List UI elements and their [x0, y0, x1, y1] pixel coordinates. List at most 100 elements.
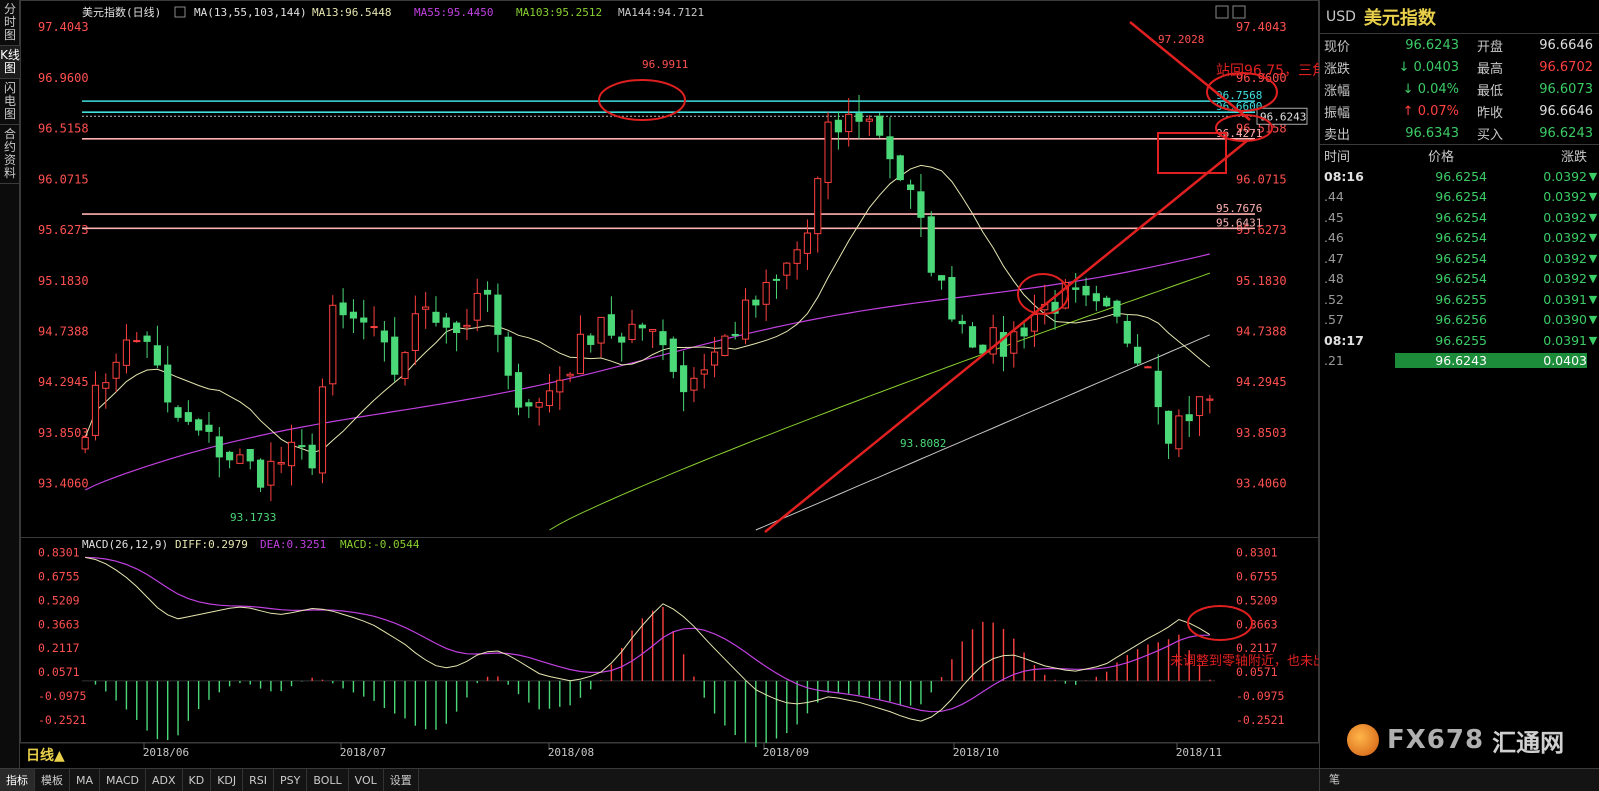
candle-body	[318, 386, 327, 474]
candle-body	[81, 437, 89, 450]
left-tab-1[interactable]: K线图	[0, 46, 20, 79]
bottom-tab-psy[interactable]: PSY	[274, 768, 308, 791]
bottom-tab-adx[interactable]: ADX	[146, 768, 183, 791]
bottom-right-tab[interactable]: 笔	[1319, 768, 1349, 791]
candle-body	[287, 441, 296, 467]
candle-body	[133, 340, 141, 343]
tick-change: 0.0392	[1543, 230, 1587, 246]
candle-body	[195, 419, 203, 431]
candle-body	[545, 390, 554, 407]
bottom-tab-ma[interactable]: MA	[70, 768, 101, 791]
left-tab-3[interactable]: 合约资料	[0, 125, 20, 184]
candle-body	[473, 292, 481, 321]
instrument-name: 美元指数	[1363, 7, 1436, 29]
candle-body	[659, 331, 667, 346]
tick-change: 0.0392	[1543, 168, 1587, 184]
down-arrow-icon: ▼	[1588, 333, 1598, 347]
tick-price: 96.6255	[1435, 291, 1487, 307]
bottom-tab-vol[interactable]: VOL	[349, 768, 384, 791]
tick-change: 0.0391	[1543, 291, 1587, 307]
candle-body	[700, 369, 708, 375]
candle-body	[1010, 331, 1018, 354]
candle-body	[453, 322, 461, 334]
tick-row: 08:17 96.6255 0.0391 ▼	[1320, 330, 1599, 351]
y-tick-right: 96.0715	[1236, 172, 1287, 186]
tick-row: .48 96.6254 0.0392 ▼	[1320, 269, 1599, 290]
tick-time: .48	[1324, 271, 1344, 287]
left-tab-2[interactable]: 闪电图	[0, 79, 20, 125]
candle-body	[102, 382, 110, 389]
y-tick-left: 95.1830	[38, 274, 89, 288]
candle-body	[907, 184, 915, 191]
tick-price: 96.6256	[1435, 312, 1487, 328]
down-arrow-icon: ▼	[1588, 272, 1598, 286]
x-tick-label: 2018/10	[953, 746, 999, 759]
candle-body	[112, 361, 120, 379]
restore-icon[interactable]	[1215, 5, 1229, 19]
quote-label: 昨收	[1477, 105, 1504, 121]
settings-icon[interactable]	[174, 6, 186, 18]
extreme-label: 97.2028	[1158, 33, 1204, 46]
bottom-tab-模板[interactable]: 模板	[35, 768, 70, 791]
quote-table: 现价 96.6243 开盘 96.6646 涨跌 ↓ 0.0403 最高 96.6702 涨幅 ↓…	[1320, 34, 1599, 144]
tick-time: .47	[1324, 250, 1344, 266]
macd-y-tick-left: 0.0571	[38, 665, 80, 679]
chart-area[interactable]: 美元指数(日线) MA(13,55,103,144) MA13:96.5448 MA5…	[20, 0, 1319, 768]
candle-body	[1134, 346, 1142, 364]
candle-body	[834, 119, 842, 133]
maximize-icon[interactable]	[1232, 5, 1246, 19]
tick-row: .57 96.6256 0.0390 ▼	[1320, 310, 1599, 331]
macd-y-tick-right: -0.2521	[1236, 713, 1285, 727]
bottom-tab-macd[interactable]: MACD	[100, 768, 146, 791]
bottom-tab-kd[interactable]: KD	[183, 768, 212, 791]
extreme-label: 96.9911	[642, 58, 688, 71]
left-tab-0[interactable]: 分时图	[0, 0, 20, 46]
candle-body	[690, 377, 698, 391]
bottom-tab-kdj[interactable]: KDJ	[211, 768, 244, 791]
candle-body	[710, 351, 719, 366]
ticks-header: 时间 价格 涨跌	[1320, 144, 1599, 166]
macd-y-tick-right: -0.0975	[1236, 689, 1284, 703]
candle-body	[329, 304, 337, 385]
y-tick-left: 97.4043	[38, 20, 89, 34]
dea-line	[85, 556, 1210, 713]
level-label: 95.6431	[1216, 216, 1262, 229]
tick-row: .47 96.6254 0.0392 ▼	[1320, 248, 1599, 269]
candle-body	[762, 281, 770, 305]
macd-y-tick-left: 0.3663	[38, 617, 80, 631]
macd-y-tick-left: -0.2521	[38, 713, 87, 727]
x-tick-label: 2018/08	[548, 746, 594, 759]
down-arrow-icon: ▼	[1588, 169, 1598, 183]
period-tab[interactable]: 日线▲	[20, 745, 80, 767]
candle-body	[587, 335, 595, 345]
ticks-list: 08:16 96.6254 0.0392 ▼ .44 96.6254 0.0392 ▼ .45 9…	[1320, 166, 1599, 371]
diff-line	[85, 556, 1211, 722]
logo-emblem-icon	[1347, 724, 1379, 756]
bottom-tab-rsi[interactable]: RSI	[243, 768, 275, 791]
macd-histogram	[94, 606, 1211, 748]
tick-row: .45 96.6254 0.0392 ▼	[1320, 207, 1599, 228]
candle-body	[556, 379, 564, 393]
candle-body	[618, 336, 626, 343]
tick-time: 08:17	[1324, 332, 1364, 348]
quote-value: 96.6243	[1539, 125, 1593, 141]
candle-body	[1206, 398, 1214, 401]
candle-body	[968, 326, 977, 348]
bottom-tab-指标[interactable]: 指标	[0, 768, 35, 791]
bottom-tab-boll[interactable]: BOLL	[307, 768, 349, 791]
candle-body	[432, 311, 440, 323]
macd-panel-frame	[20, 537, 1319, 743]
candle-body	[1092, 293, 1100, 302]
quote-panel: USD 美元指数 现价 96.6243 开盘 96.6646 涨跌 ↓ 0.0403 最高 9…	[1319, 0, 1599, 770]
header-title: 美元指数(日线)	[82, 5, 161, 19]
header-ma144: MA144:94.7121	[618, 6, 704, 19]
bottom-tab-设置[interactable]: 设置	[384, 768, 419, 791]
tick-price: 96.6254	[1435, 250, 1487, 266]
macd-y-tick-right: 0.3663	[1236, 617, 1278, 631]
candle-body	[236, 454, 244, 464]
tick-change: 0.0390	[1543, 312, 1587, 328]
down-arrow-icon: ▼	[1588, 231, 1598, 245]
down-arrow-icon: ▼	[1588, 313, 1598, 327]
candle-body	[391, 336, 399, 375]
candle-body	[422, 306, 430, 310]
